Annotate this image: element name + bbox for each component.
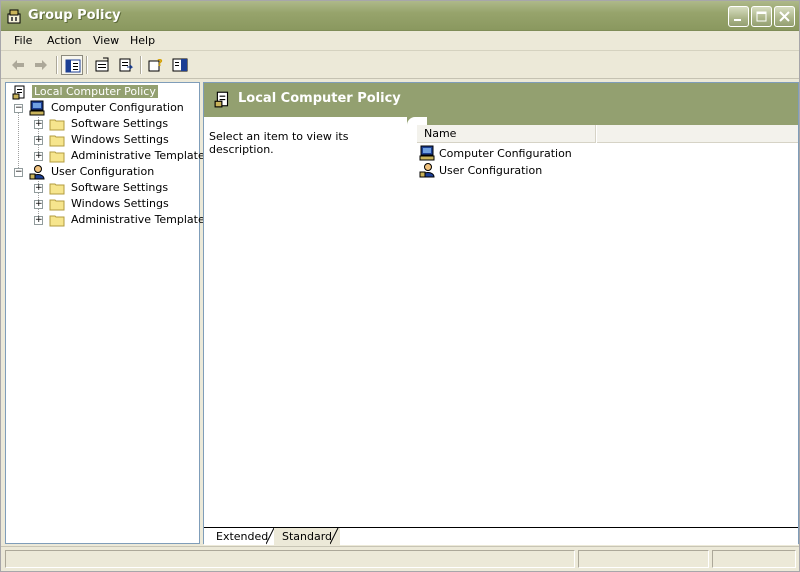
toolbar-separator [140, 56, 142, 74]
help-icon: ? [148, 58, 163, 72]
title-bar[interactable]: Group Policy [1, 1, 799, 31]
expand-toggle[interactable]: + [34, 184, 43, 193]
status-segment [578, 550, 709, 568]
expand-toggle[interactable]: + [34, 152, 43, 161]
tree-pane[interactable]: Local Computer Policy − Computer Configu… [5, 82, 211, 544]
tree-guide-line [18, 107, 19, 174]
expand-toggle[interactable]: + [34, 216, 43, 225]
list-item-label: User Configuration [439, 164, 543, 177]
tree-node-label: Windows Settings [71, 197, 169, 210]
policy-scroll-icon [214, 91, 229, 108]
tree-node-label: Administrative Templates [71, 149, 211, 162]
group-policy-window: Group Policy File Action View Help ? Loc… [0, 0, 800, 572]
expand-toggle[interactable]: + [34, 136, 43, 145]
details-header: Local Computer Policy [204, 83, 798, 117]
menu-view[interactable]: View [91, 34, 121, 47]
details-header-title: Local Computer Policy [238, 91, 401, 106]
svg-text:?: ? [157, 58, 163, 69]
tree-node-label: Software Settings [71, 181, 169, 194]
close-button[interactable] [774, 6, 795, 27]
folder-icon [49, 215, 65, 227]
group-policy-app-icon[interactable] [7, 8, 23, 24]
show-hide-tree-icon [65, 59, 81, 73]
show-hide-action-pane-icon [172, 58, 188, 72]
toolbar: ? [1, 52, 799, 79]
menu-action[interactable]: Action [45, 34, 83, 47]
back-arrow-icon [12, 60, 24, 70]
menu-bar: File Action View Help [1, 31, 799, 51]
folder-icon [49, 151, 65, 163]
minimize-button[interactable] [728, 6, 749, 27]
maximize-icon [756, 11, 767, 22]
description-text: Select an item to view its description. [209, 130, 349, 156]
tree-node-label: Software Settings [71, 117, 169, 130]
status-bar [1, 546, 799, 571]
toolbar-separator [86, 56, 88, 74]
minimize-icon [734, 19, 741, 21]
status-segment [712, 550, 796, 568]
properties-icon [95, 57, 109, 72]
expand-toggle[interactable]: + [34, 120, 43, 129]
column-header-name[interactable]: Name [417, 125, 596, 143]
show-hide-tree-button[interactable] [61, 55, 83, 75]
tree-node-label: Administrative Templates [71, 213, 211, 226]
close-icon [779, 11, 790, 22]
list-item-label: Computer Configuration [439, 147, 572, 160]
toolbar-separator [56, 56, 58, 74]
view-tabs: Extended Standard [204, 527, 798, 545]
status-segment [5, 550, 575, 568]
maximize-button[interactable] [751, 6, 772, 27]
expand-toggle[interactable]: + [34, 200, 43, 209]
header-tab-band [407, 117, 798, 125]
folder-icon [49, 135, 65, 147]
help-button[interactable]: ? [145, 55, 167, 75]
menu-file[interactable]: File [12, 34, 34, 47]
window-title: Group Policy [28, 8, 121, 23]
folder-icon [49, 199, 65, 211]
show-hide-action-pane-button[interactable] [169, 55, 191, 75]
user-icon [419, 163, 435, 178]
tree-node-label: Computer Configuration [51, 101, 184, 114]
details-pane: Local Computer Policy Select an item to … [203, 82, 799, 545]
folder-icon [49, 119, 65, 131]
list-header: Name [417, 125, 798, 143]
tree-node-label: Windows Settings [71, 133, 169, 146]
menu-help[interactable]: Help [128, 34, 157, 47]
tab-divider [330, 528, 339, 545]
export-list-button[interactable] [115, 55, 137, 75]
column-header-filler [596, 125, 798, 143]
collapse-toggle[interactable]: − [14, 168, 23, 177]
policy-scroll-icon [12, 85, 25, 100]
tree-node-label: User Configuration [51, 165, 155, 178]
export-list-icon [119, 58, 134, 72]
folder-icon [49, 183, 65, 195]
back-button[interactable] [7, 55, 29, 75]
collapse-toggle[interactable]: − [14, 104, 23, 113]
header-tab-curve [407, 117, 427, 125]
properties-button[interactable] [91, 55, 113, 75]
tree-node-label: Local Computer Policy [32, 85, 158, 98]
forward-arrow-icon [35, 60, 47, 70]
user-icon [29, 165, 45, 180]
computer-icon [29, 100, 45, 116]
forward-button[interactable] [30, 55, 52, 75]
computer-icon [419, 145, 435, 161]
